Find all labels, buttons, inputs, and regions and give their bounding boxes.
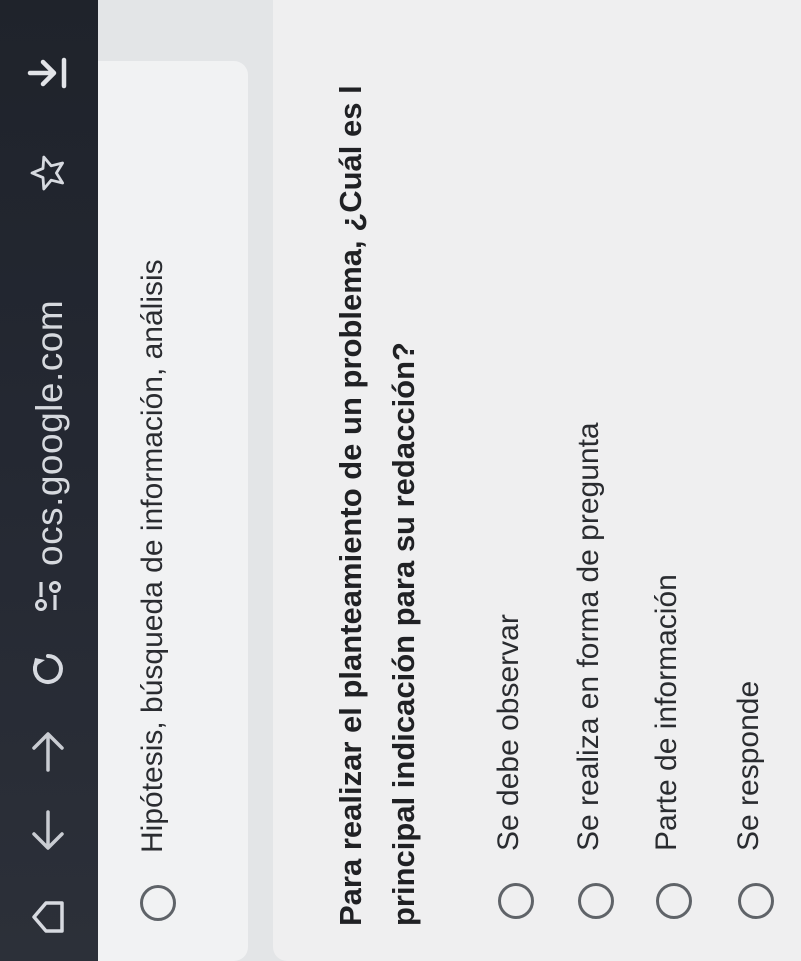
back-arrow-icon[interactable] — [22, 801, 74, 861]
option-radio-2[interactable] — [578, 883, 614, 919]
question-title-continued: principal indicación para su redacción? — [386, 342, 421, 926]
browser-toolbar: ocs.google.com — [0, 0, 98, 961]
option-radio-3[interactable] — [656, 883, 692, 919]
option-label-2: Se realiza en forma de pregunta — [572, 422, 605, 851]
address-bar-url[interactable]: ocs.google.com — [24, 300, 76, 566]
question-title: Para realizar el planteamiento de un pro… — [333, 85, 368, 926]
download-icon[interactable] — [22, 45, 74, 101]
previous-question-card: Hipótesis, búsqueda de información, anál… — [98, 61, 248, 961]
forward-arrow-icon[interactable] — [22, 721, 74, 781]
browser-screen: ocs.google.com Hipótesis, búsqueda de in… — [0, 0, 801, 961]
bookmark-star-icon[interactable] — [22, 145, 74, 201]
home-icon[interactable] — [22, 891, 74, 943]
option-label-3: Parte de información — [650, 574, 683, 851]
previous-option-label: Hipótesis, búsqueda de información, anál… — [136, 259, 169, 853]
option-label-4: Se responde — [732, 680, 765, 851]
reload-icon[interactable] — [22, 639, 74, 699]
option-radio-1[interactable] — [498, 883, 534, 919]
form-content: Hipótesis, búsqueda de información, anál… — [98, 0, 801, 961]
question-card: Para realizar el planteamiento de un pro… — [273, 0, 801, 961]
site-settings-icon[interactable] — [22, 571, 74, 621]
option-radio-4[interactable] — [738, 883, 774, 919]
previous-option-radio[interactable] — [140, 885, 176, 921]
option-label-1: Se debe observar — [492, 614, 525, 851]
